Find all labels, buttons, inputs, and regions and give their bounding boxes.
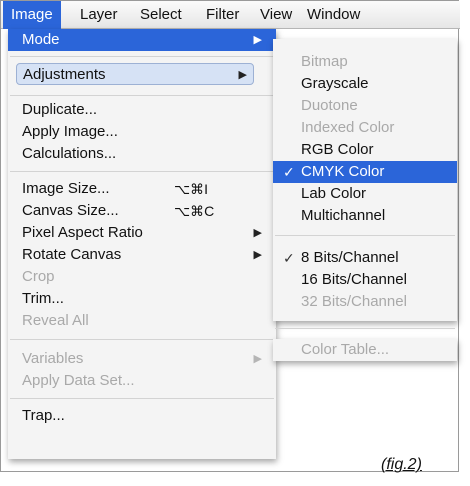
submenu-item-cmyk-color[interactable]: ✓ CMYK Color (273, 161, 457, 183)
menu-item-label: Adjustments (23, 66, 106, 83)
menu-item-adjustments[interactable]: Adjustments ▶ (16, 63, 254, 85)
menu-separator (10, 398, 274, 399)
menu-bar: Image Layer Select Filter View Window (1, 1, 460, 29)
menu-separator (275, 328, 455, 329)
menubar-view[interactable]: View (252, 1, 300, 29)
submenu-item-indexed-color[interactable]: Indexed Color (273, 117, 457, 139)
image-menu: Mode ▶ Adjustments ▶ Duplicate... Apply … (8, 29, 276, 459)
menu-item-crop[interactable]: Crop (8, 266, 276, 288)
submenu-item-grayscale[interactable]: Grayscale (273, 73, 457, 95)
menu-separator (10, 339, 274, 340)
submenu-item-label: 8 Bits/Channel (301, 249, 399, 266)
menu-item-variables[interactable]: Variables ▶ (8, 348, 276, 370)
submenu-item-32-bits[interactable]: 32 Bits/Channel (273, 291, 457, 313)
menu-item-canvas-size[interactable]: Canvas Size... ⌥⌘C (8, 200, 276, 222)
submenu-arrow-icon: ▶ (253, 227, 262, 239)
menu-item-label: Mode (22, 31, 60, 48)
menu-separator (10, 171, 274, 172)
screenshot-frame: Image Layer Select Filter View Window Mo… (0, 0, 460, 472)
menu-item-image-size[interactable]: Image Size... ⌥⌘I (8, 178, 276, 200)
menu-separator (10, 95, 274, 96)
menu-item-apply-data-set[interactable]: Apply Data Set... (8, 370, 276, 392)
submenu-arrow-icon: ▶ (253, 34, 262, 46)
menubar-image[interactable]: Image (3, 1, 61, 29)
submenu-arrow-icon: ▶ (238, 69, 247, 81)
menubar-select[interactable]: Select (132, 1, 190, 29)
mode-submenu: Bitmap Grayscale Duotone Indexed Color R… (273, 39, 457, 321)
submenu-item-bitmap[interactable]: Bitmap (273, 51, 457, 73)
menubar-layer[interactable]: Layer (72, 1, 126, 29)
menu-item-rotate-canvas[interactable]: Rotate Canvas ▶ (8, 244, 276, 266)
figure-caption: (fig.2) (381, 456, 422, 473)
submenu-arrow-icon: ▶ (253, 353, 262, 365)
submenu-item-color-table[interactable]: Color Table... (273, 339, 457, 361)
menu-item-label: Rotate Canvas (22, 246, 122, 263)
menubar-filter[interactable]: Filter (198, 1, 247, 29)
menu-item-mode[interactable]: Mode ▶ (8, 29, 276, 51)
menu-item-trap[interactable]: Trap... (8, 405, 276, 427)
menu-item-reveal-all[interactable]: Reveal All (8, 310, 276, 332)
submenu-arrow-icon: ▶ (253, 249, 262, 261)
menu-item-label: Canvas Size... (22, 202, 119, 219)
menu-item-label: Image Size... (22, 180, 110, 197)
shortcut-label: ⌥⌘C (174, 203, 215, 219)
submenu-item-8-bits[interactable]: ✓ 8 Bits/Channel (273, 247, 457, 269)
submenu-item-lab-color[interactable]: Lab Color (273, 183, 457, 205)
menu-item-pixel-aspect-ratio[interactable]: Pixel Aspect Ratio ▶ (8, 222, 276, 244)
menu-item-label: Variables (22, 350, 84, 367)
shortcut-label: ⌥⌘I (174, 181, 209, 197)
submenu-item-duotone[interactable]: Duotone (273, 95, 457, 117)
menu-separator (10, 56, 274, 57)
menu-item-label: Pixel Aspect Ratio (22, 224, 143, 241)
menu-item-trim[interactable]: Trim... (8, 288, 276, 310)
submenu-item-16-bits[interactable]: 16 Bits/Channel (273, 269, 457, 291)
menubar-window[interactable]: Window (299, 1, 368, 29)
menu-item-calculations[interactable]: Calculations... (8, 143, 276, 165)
submenu-item-label: CMYK Color (301, 163, 385, 180)
menu-item-apply-image[interactable]: Apply Image... (8, 121, 276, 143)
menu-separator (275, 235, 455, 236)
submenu-item-rgb-color[interactable]: RGB Color (273, 139, 457, 161)
menu-item-duplicate[interactable]: Duplicate... (8, 99, 276, 121)
submenu-item-multichannel[interactable]: Multichannel (273, 205, 457, 227)
checkmark-icon: ✓ (283, 250, 295, 266)
checkmark-icon: ✓ (283, 164, 295, 180)
